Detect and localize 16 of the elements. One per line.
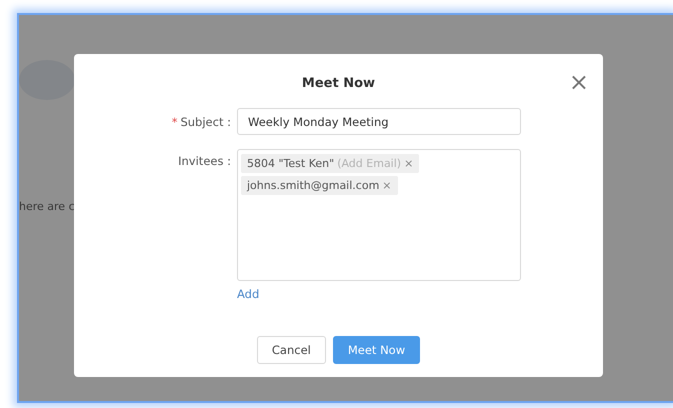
add-email-hint: (Add Email): [337, 157, 402, 170]
cancel-button[interactable]: Cancel: [256, 336, 326, 364]
subject-field[interactable]: Weekly Monday Meeting: [237, 108, 521, 135]
invitee-name: 5804 "Test Ken": [247, 157, 334, 170]
field-label: Subject :: [180, 114, 231, 128]
field-label: Invitees :: [178, 154, 231, 168]
message-text: here are c: [19, 200, 76, 213]
invitee-name: johns.smith@gmail.com: [247, 179, 380, 192]
dialog-title: Meet Now: [302, 76, 376, 90]
close-button[interactable]: ×: [564, 70, 593, 94]
required-mark: *: [172, 114, 178, 128]
remove-button[interactable]: ×: [382, 179, 392, 192]
meet-now-button[interactable]: Meet Now: [332, 336, 420, 364]
remove-button[interactable]: ×: [404, 157, 414, 170]
invitees-field[interactable]: 5804 "Test Ken" (Add Email) × johns.smith@gmail.com ×: [237, 149, 521, 281]
add-link[interactable]: Add: [237, 287, 260, 320]
